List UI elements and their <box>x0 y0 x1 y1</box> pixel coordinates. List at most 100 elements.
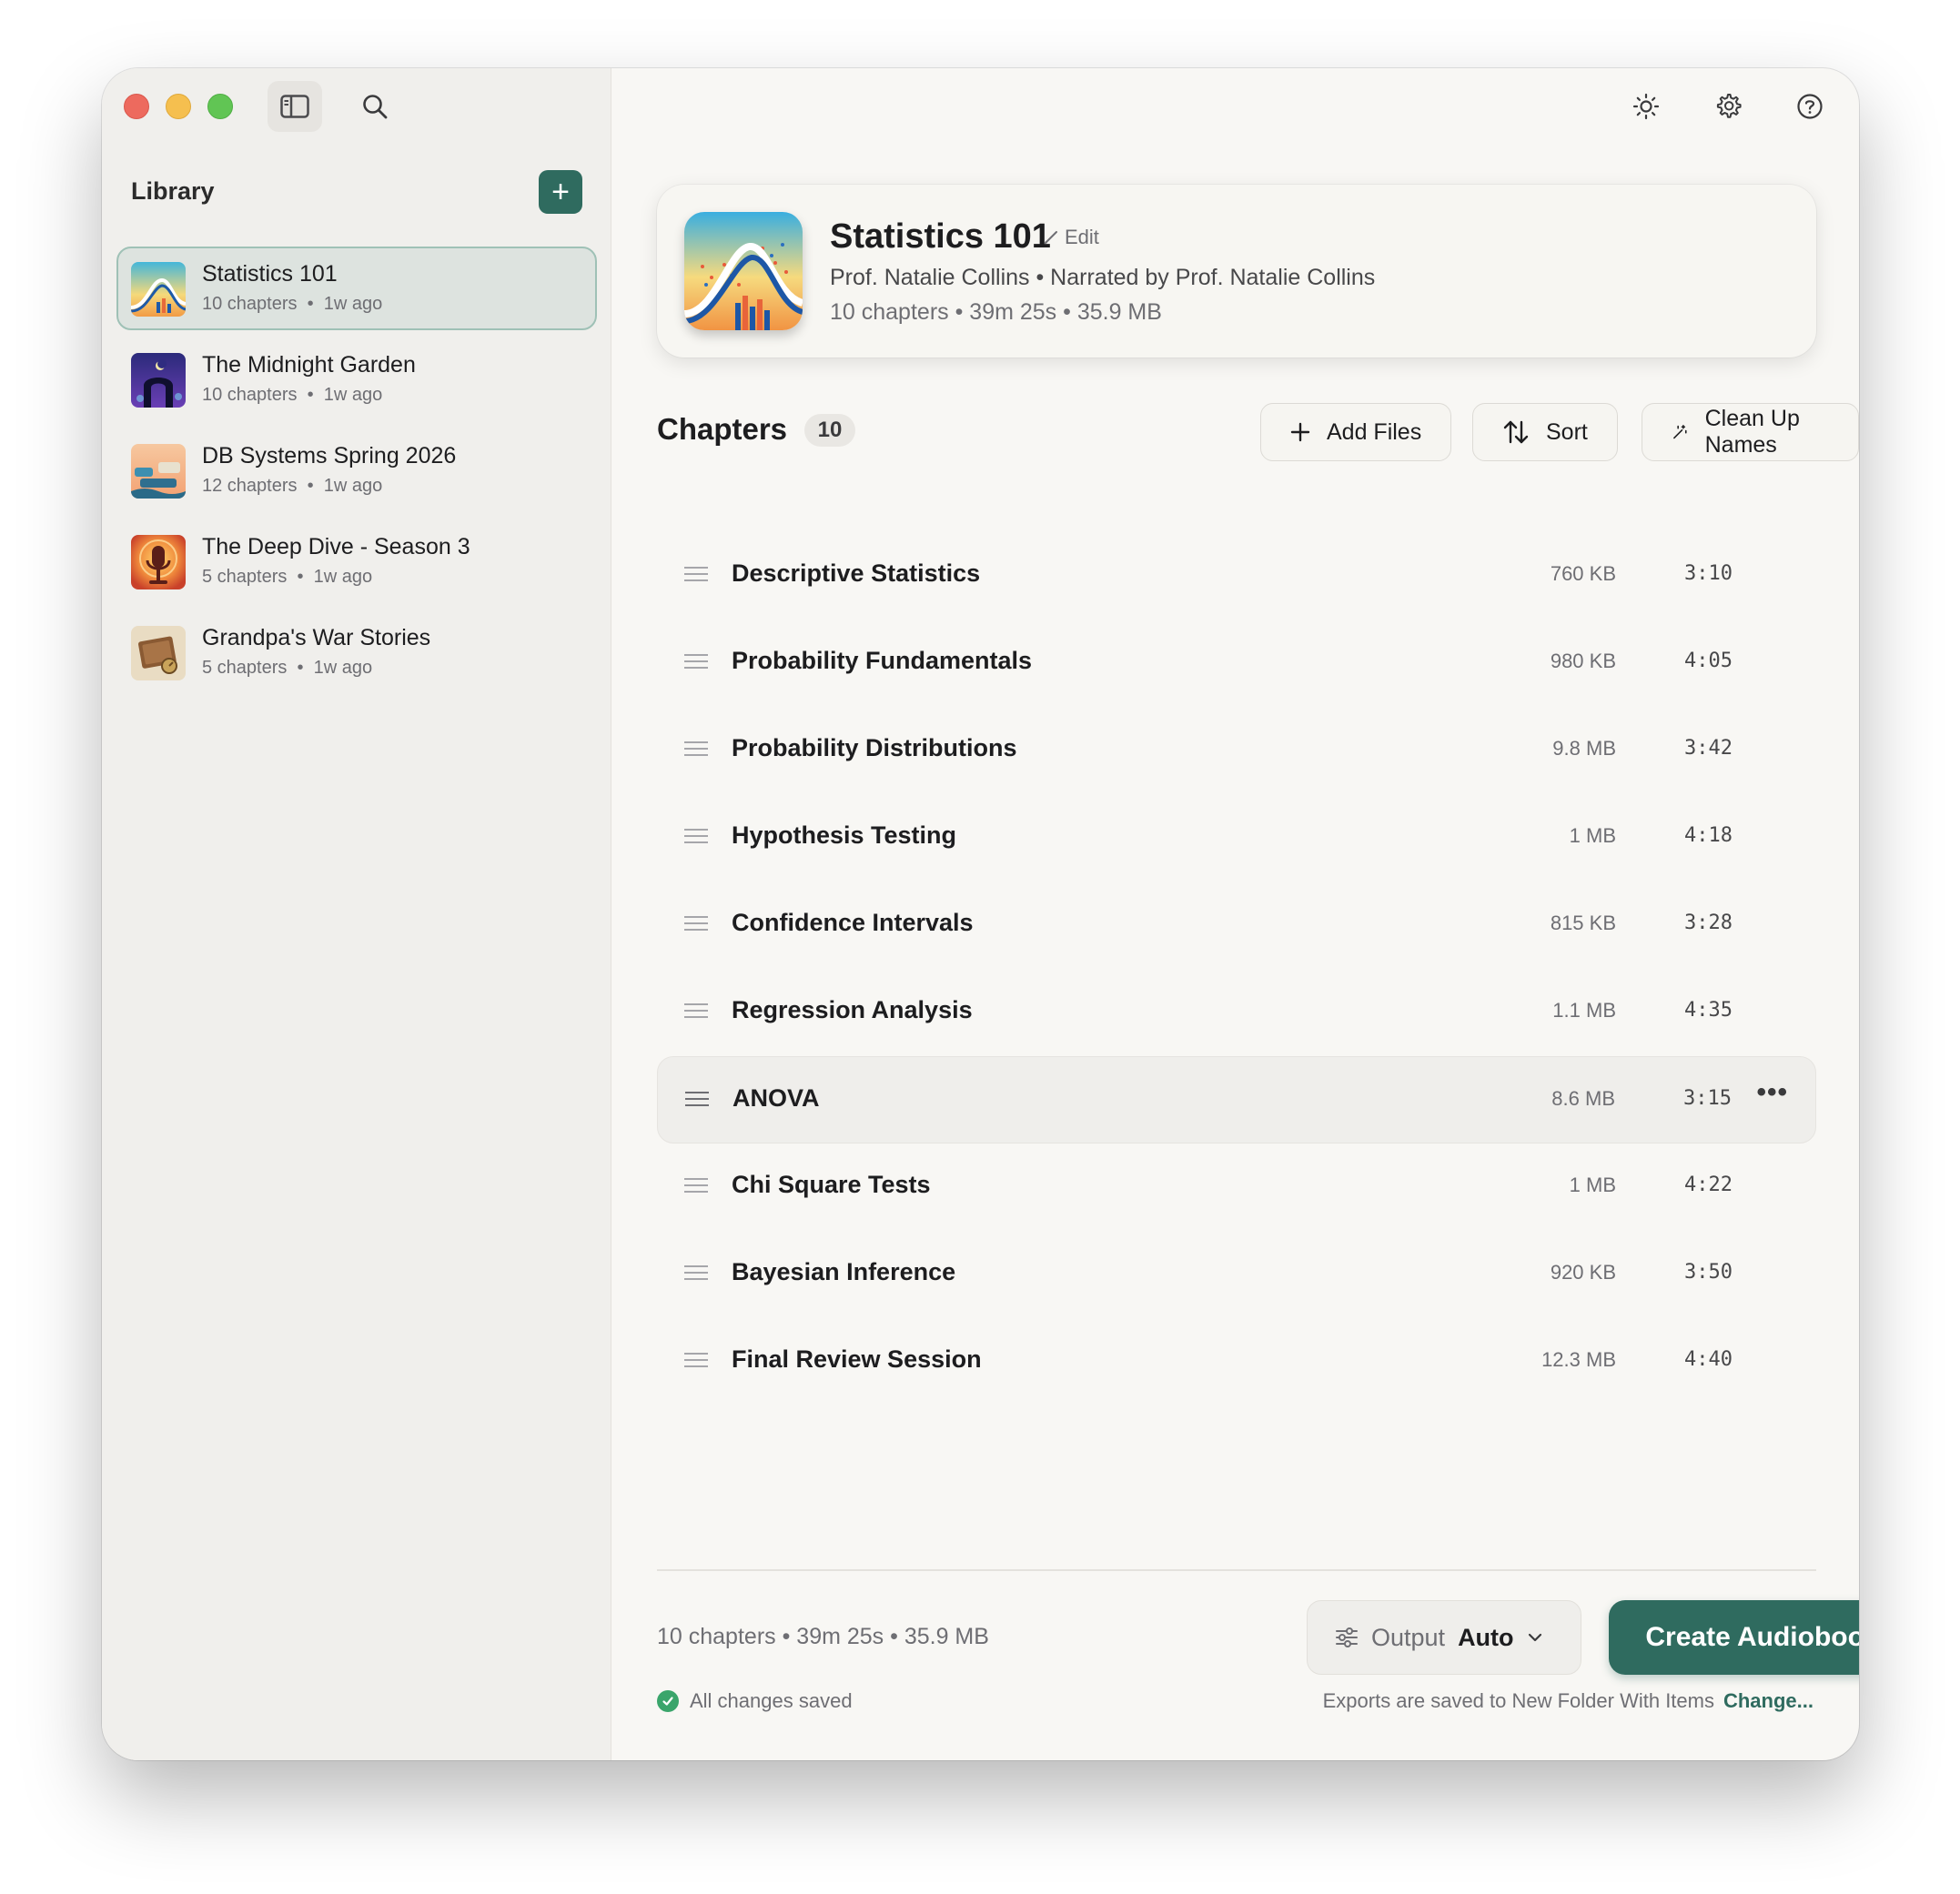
clean-up-names-label: Clean Up Names <box>1704 406 1800 458</box>
chapter-size: 1.1 MB <box>1552 999 1616 1022</box>
chapter-row[interactable]: Bayesian Inference 920 KB 3:50 <box>657 1231 1816 1318</box>
main-content: Statistics 101 Edit Prof. Natalie Collin… <box>611 68 1859 1760</box>
library-item-name: DB Systems Spring 2026 <box>202 443 457 468</box>
appearance-button[interactable] <box>1626 86 1666 126</box>
plus-icon <box>1290 422 1310 442</box>
chapter-title: Chi Square Tests <box>732 1171 931 1198</box>
sidebar-icon <box>280 95 309 118</box>
edit-book-button[interactable]: Edit <box>1043 226 1099 249</box>
library-item-meta: 5 chapters • 1w ago <box>202 658 373 678</box>
drag-handle-icon[interactable] <box>685 1092 709 1111</box>
book-cover-thumbnail <box>131 353 186 408</box>
book-meta: 10 chapters • 39m 25s • 35.9 MB <box>830 299 1162 325</box>
sun-icon <box>1632 93 1660 120</box>
sliders-icon <box>1336 1627 1358 1647</box>
chapter-row[interactable]: Probability Fundamentals 980 KB 4:05 <box>657 620 1816 707</box>
settings-button[interactable] <box>1708 86 1748 126</box>
chapter-size: 8.6 MB <box>1551 1087 1615 1110</box>
search-button[interactable] <box>349 81 400 132</box>
drag-handle-icon[interactable] <box>684 1353 708 1372</box>
library-item-statistics-101[interactable]: Statistics 101 10 chapters • 1w ago <box>116 247 597 330</box>
chapters-count-badge: 10 <box>804 414 855 447</box>
drag-handle-icon[interactable] <box>684 916 708 935</box>
library-item-meta: 10 chapters • 1w ago <box>202 385 383 405</box>
library-item-meta: 12 chapters • 1w ago <box>202 476 383 496</box>
export-location-text: Exports are saved to New Folder With Ite… <box>1322 1689 1714 1712</box>
more-options-icon[interactable]: ••• <box>1756 1077 1788 1108</box>
library-item-grandpas-war-stories[interactable]: Grandpa's War Stories 5 chapters • 1w ag… <box>116 610 597 694</box>
sort-button[interactable]: Sort <box>1472 403 1618 461</box>
chapter-row[interactable]: Hypothesis Testing 1 MB 4:18 <box>657 794 1816 882</box>
chapter-duration: 4:18 <box>1684 824 1733 847</box>
chapter-size: 12.3 MB <box>1541 1348 1616 1371</box>
chapter-row[interactable]: Regression Analysis 1.1 MB 4:35 <box>657 969 1816 1056</box>
library-item-meta: 10 chapters • 1w ago <box>202 294 383 314</box>
clean-up-names-button[interactable]: Clean Up Names <box>1642 403 1859 461</box>
chapter-size: 1 MB <box>1569 1174 1616 1196</box>
checkmark-circle-icon <box>657 1690 679 1712</box>
add-book-button[interactable]: + <box>539 170 582 214</box>
chapter-duration: 3:15 <box>1683 1087 1732 1110</box>
chapters-heading: Chapters <box>657 412 788 446</box>
sort-arrows-icon <box>1503 420 1529 444</box>
chapters-header: Chapters 10 <box>657 412 855 447</box>
chapter-title: Bayesian Inference <box>732 1258 956 1285</box>
drag-handle-icon[interactable] <box>684 1003 708 1023</box>
footer-summary: 10 chapters • 39m 25s • 35.9 MB <box>657 1624 989 1649</box>
zoom-window-button[interactable] <box>207 94 233 119</box>
drag-handle-icon[interactable] <box>684 741 708 761</box>
chapter-size: 980 KB <box>1550 650 1616 672</box>
toggle-sidebar-button[interactable] <box>268 81 322 132</box>
chapter-title: Regression Analysis <box>732 996 973 1023</box>
save-status: All changes saved <box>657 1689 853 1713</box>
chapter-title: ANOVA <box>732 1084 820 1112</box>
chapter-duration: 4:05 <box>1684 650 1733 672</box>
chapter-size: 920 KB <box>1550 1261 1616 1284</box>
chapter-list: Descriptive Statistics 760 KB 3:10 Proba… <box>657 532 1816 1405</box>
drag-handle-icon[interactable] <box>684 654 708 673</box>
library-item-name: Grandpa's War Stories <box>202 625 431 650</box>
drag-handle-icon[interactable] <box>684 567 708 586</box>
edit-label: Edit <box>1065 226 1099 248</box>
chapter-title: Probability Fundamentals <box>732 647 1033 674</box>
drag-handle-icon[interactable] <box>684 1265 708 1284</box>
book-cover-thumbnail <box>131 444 186 499</box>
add-files-label: Add Files <box>1327 418 1422 445</box>
chapter-row[interactable]: Chi Square Tests 1 MB 4:22 <box>657 1143 1816 1231</box>
drag-handle-icon[interactable] <box>684 1178 708 1197</box>
library-item-midnight-garden[interactable]: The Midnight Garden 10 chapters • 1w ago <box>116 337 597 421</box>
chapter-row[interactable]: Probability Distributions 9.8 MB 3:42 <box>657 707 1816 794</box>
help-icon <box>1797 94 1823 119</box>
sidebar: Library + Statistics 101 10 chapters • 1… <box>102 68 611 1760</box>
drag-handle-icon[interactable] <box>684 829 708 848</box>
chapter-row[interactable]: ANOVA 8.6 MB 3:15 ••• <box>657 1056 1816 1143</box>
library-item-name: The Midnight Garden <box>202 352 416 378</box>
add-files-button[interactable]: Add Files <box>1260 403 1452 461</box>
output-format-select[interactable]: Output Auto <box>1307 1600 1581 1675</box>
magic-wand-icon <box>1673 425 1687 439</box>
chapter-size: 9.8 MB <box>1552 737 1616 760</box>
book-cover-thumbnail <box>131 262 186 317</box>
library-item-meta: 5 chapters • 1w ago <box>202 567 373 587</box>
chapter-title: Final Review Session <box>732 1345 982 1373</box>
chapter-size: 815 KB <box>1550 912 1616 934</box>
change-export-location-link[interactable]: Change... <box>1723 1689 1814 1712</box>
chapter-row[interactable]: Descriptive Statistics 760 KB 3:10 <box>657 532 1816 620</box>
search-icon <box>363 95 388 119</box>
minimize-window-button[interactable] <box>166 94 191 119</box>
chapter-row[interactable]: Final Review Session 12.3 MB 4:40 <box>657 1318 1816 1405</box>
output-value: Auto <box>1458 1623 1514 1651</box>
chapter-title: Hypothesis Testing <box>732 821 957 849</box>
library-item-deep-dive[interactable]: The Deep Dive - Season 3 5 chapters • 1w… <box>116 519 597 603</box>
close-window-button[interactable] <box>124 94 149 119</box>
help-button[interactable] <box>1790 86 1830 126</box>
app-window: Library + Statistics 101 10 chapters • 1… <box>102 68 1859 1760</box>
library-item-db-systems[interactable]: DB Systems Spring 2026 12 chapters • 1w … <box>116 428 597 512</box>
chapter-duration: 4:40 <box>1684 1348 1733 1371</box>
sort-label: Sort <box>1546 418 1588 445</box>
book-cover-thumbnail <box>131 535 186 589</box>
chapter-row[interactable]: Confidence Intervals 815 KB 3:28 <box>657 882 1816 969</box>
top-toolbar <box>1626 86 1830 126</box>
chapter-title: Descriptive Statistics <box>732 559 981 587</box>
create-audiobook-button[interactable]: Create Audiobook <box>1609 1600 1859 1675</box>
